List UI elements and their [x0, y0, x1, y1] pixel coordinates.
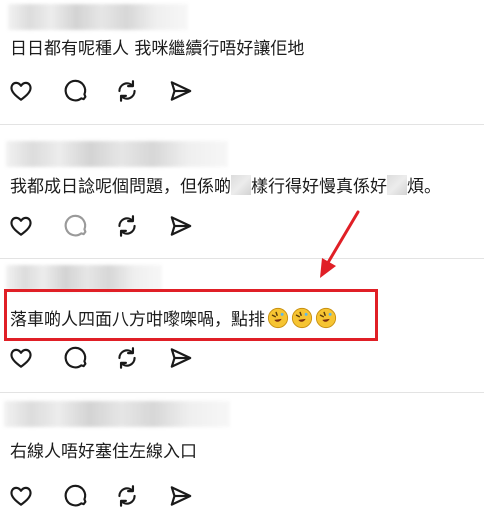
- repost-button[interactable]: [114, 345, 142, 373]
- repost-button[interactable]: [114, 78, 142, 106]
- share-button[interactable]: [168, 483, 196, 511]
- comment-bubble-icon: [64, 346, 87, 369]
- repost-icon: [118, 347, 136, 369]
- comment-bubble-icon: [64, 484, 87, 507]
- post-text-part: 我都成日諗呢個問題，但係啲: [10, 177, 231, 197]
- censor-mosaic: [231, 175, 251, 195]
- post-actions: [0, 345, 220, 375]
- repost-button[interactable]: [114, 213, 142, 241]
- post-text-part: 煩。: [407, 177, 441, 197]
- post-text: 我都成日諗呢個問題，但係啲 樣行得好慢真係好 煩。: [10, 175, 441, 198]
- post-actions: [0, 213, 220, 243]
- post-actions: [0, 483, 220, 513]
- heart-icon: [10, 216, 32, 236]
- repost-icon: [118, 485, 136, 507]
- like-button[interactable]: [8, 345, 36, 373]
- blurred-username: [6, 141, 228, 167]
- post-text: 日日都有呢種人 我咪繼續行唔好讓佢地: [10, 39, 305, 59]
- blurred-username: [8, 4, 188, 30]
- annotation-highlight-box: [4, 289, 378, 341]
- send-icon: [170, 486, 192, 506]
- send-icon: [170, 348, 192, 368]
- reply-button[interactable]: [62, 213, 90, 241]
- repost-icon: [118, 215, 136, 237]
- censor-mosaic: [387, 175, 407, 195]
- share-button[interactable]: [168, 213, 196, 241]
- post-actions: [0, 78, 220, 108]
- reply-button[interactable]: [62, 483, 90, 511]
- like-button[interactable]: [8, 483, 36, 511]
- post-1: 日日都有呢種人 我咪繼續行唔好讓佢地: [0, 0, 484, 125]
- blurred-username: [6, 265, 162, 291]
- share-button[interactable]: [168, 345, 196, 373]
- post-4: 右線人唔好塞住左線入口: [0, 393, 484, 521]
- repost-button[interactable]: [114, 483, 142, 511]
- reply-button[interactable]: [62, 345, 90, 373]
- like-button[interactable]: [8, 213, 36, 241]
- post-text-part: 樣行得好慢真係好: [251, 177, 387, 197]
- heart-icon: [10, 348, 32, 368]
- heart-icon: [10, 486, 32, 506]
- comment-bubble-icon: [64, 214, 87, 237]
- blurred-username: [4, 401, 230, 427]
- heart-icon: [10, 81, 32, 101]
- like-button[interactable]: [8, 78, 36, 106]
- send-icon: [170, 216, 192, 236]
- post-text: 右線人唔好塞住左線入口: [10, 442, 197, 462]
- comment-bubble-icon: [64, 79, 87, 102]
- share-button[interactable]: [168, 78, 196, 106]
- post-2: 我都成日諗呢個問題，但係啲 樣行得好慢真係好 煩。: [0, 125, 484, 258]
- reply-button[interactable]: [62, 78, 90, 106]
- send-icon: [170, 81, 192, 101]
- repost-icon: [118, 80, 136, 102]
